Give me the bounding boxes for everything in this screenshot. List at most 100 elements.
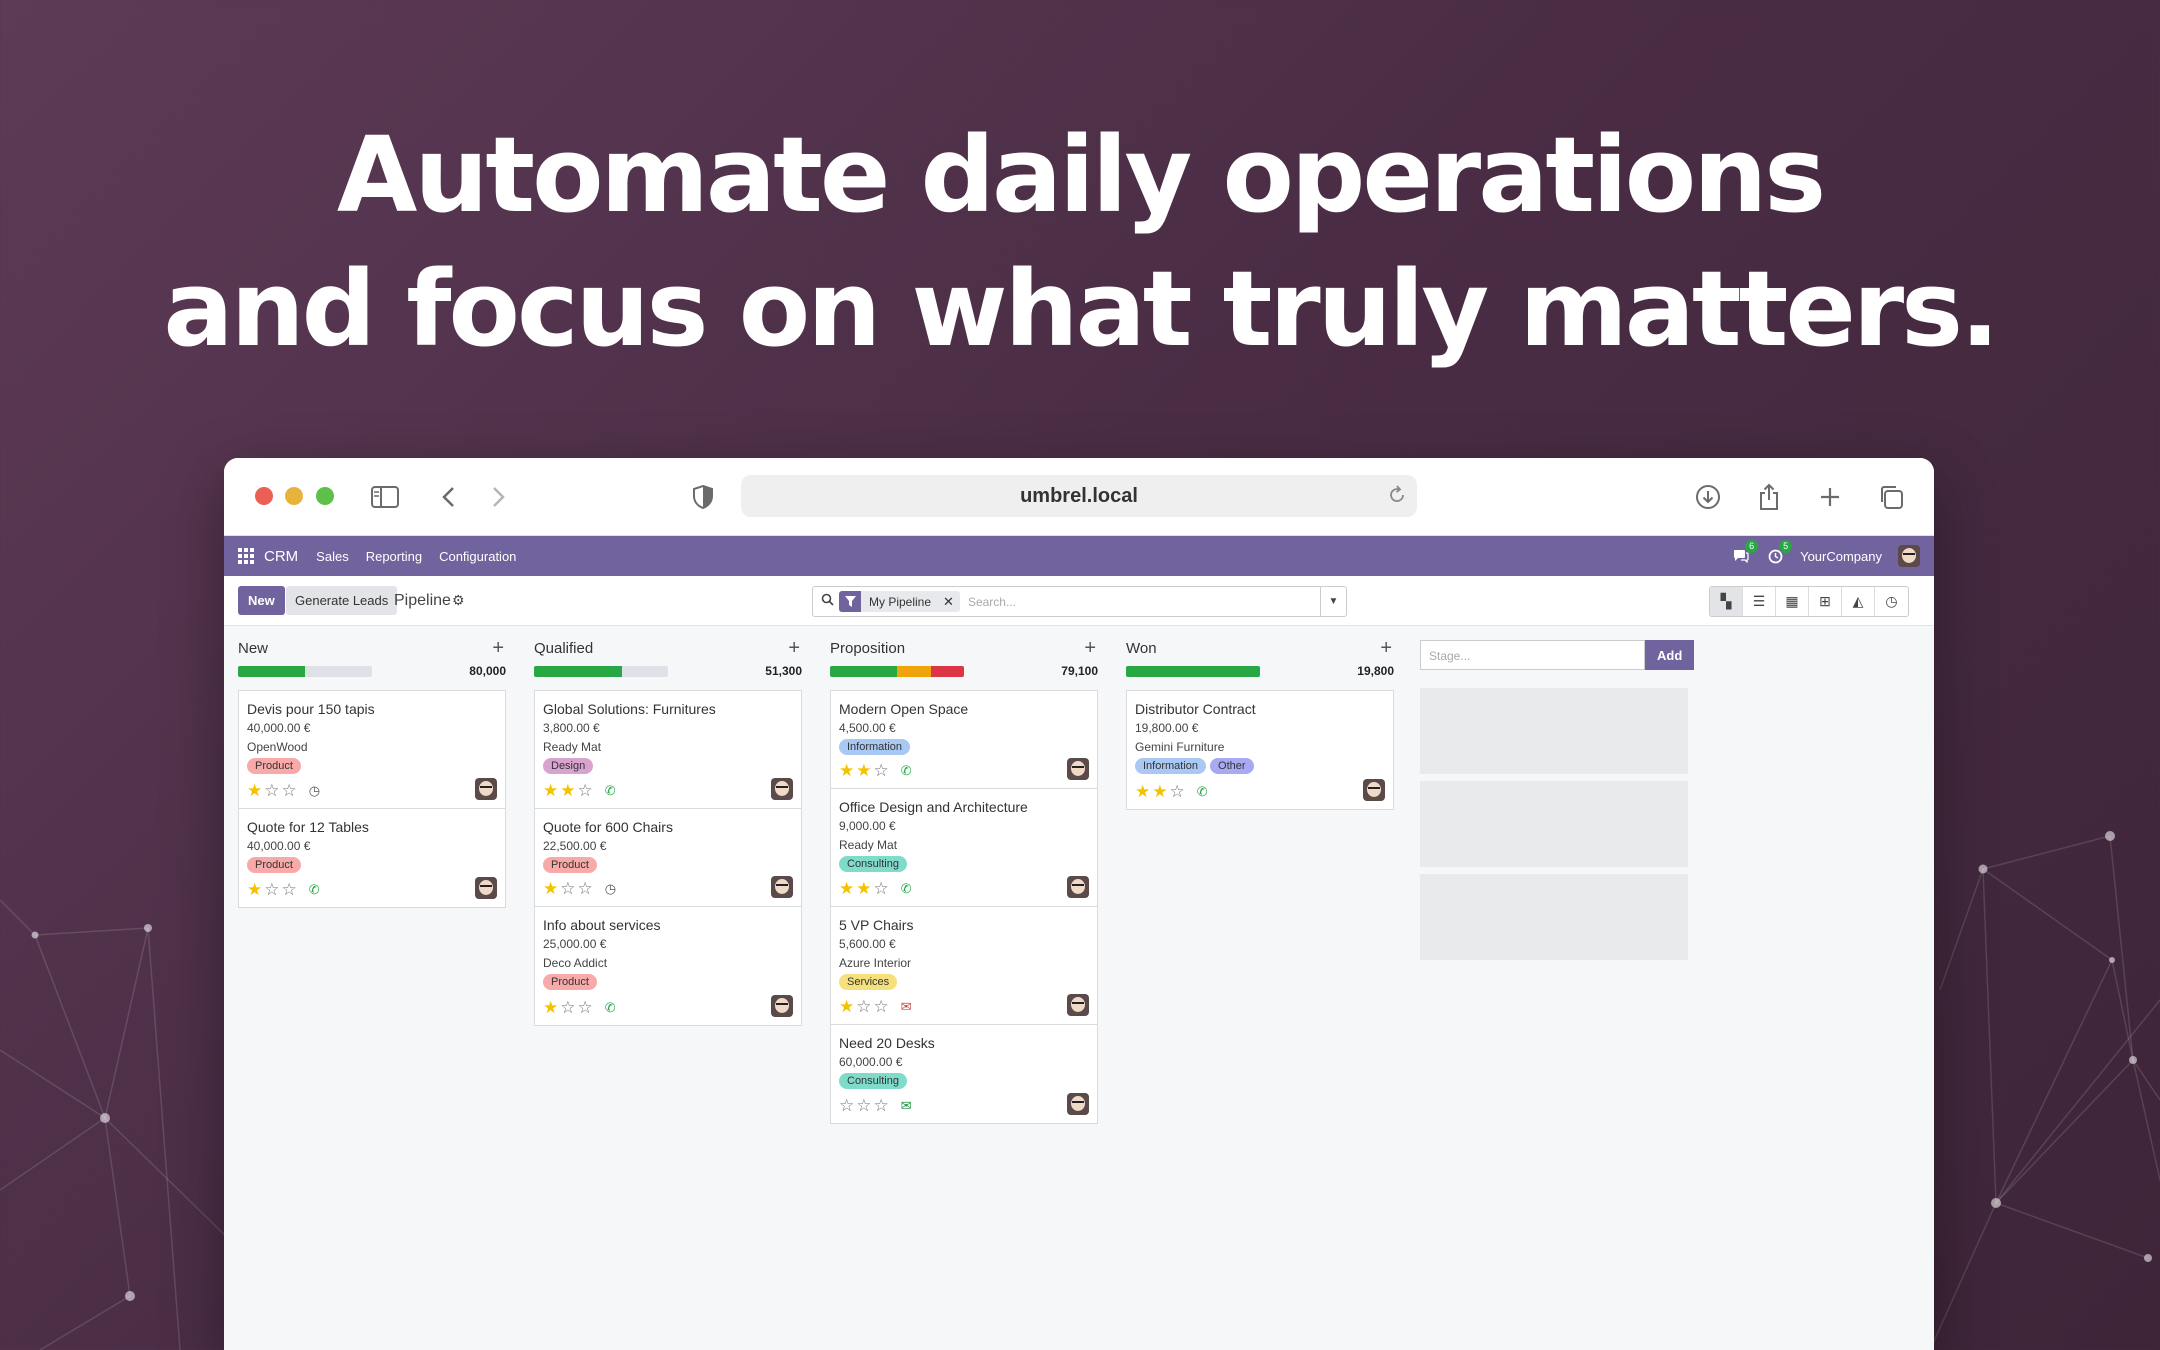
add-stage-button[interactable]: Add — [1645, 640, 1695, 670]
column-title[interactable]: New — [238, 640, 268, 657]
pivot-view-icon[interactable]: ⊞ — [1809, 587, 1842, 616]
priority-star-icon[interactable]: ☆ — [578, 782, 593, 799]
app-name-crm[interactable]: CRM — [264, 548, 298, 565]
column-header[interactable]: Proposition + — [830, 626, 1098, 659]
privacy-shield-icon[interactable] — [684, 478, 722, 516]
column-header[interactable]: Qualified + — [534, 626, 802, 659]
search-input[interactable]: Search... — [968, 595, 1016, 609]
generate-leads-button[interactable]: Generate Leads — [286, 586, 398, 615]
tab-overview-icon[interactable] — [1872, 478, 1910, 516]
progress-segment[interactable] — [1126, 665, 1260, 677]
activities-clock-icon[interactable]: 5 — [1766, 540, 1793, 565]
priority-star-icon[interactable]: ☆ — [578, 880, 593, 897]
progress-segment[interactable] — [534, 665, 623, 677]
activity-clock-icon[interactable]: ◷ — [309, 783, 320, 799]
column-title[interactable]: Proposition — [830, 640, 905, 657]
kanban-card[interactable]: Modern Open Space 4,500.00 € Information ★ ★… — [831, 691, 1097, 789]
kanban-card[interactable]: Quote for 600 Chairs 22,500.00 € Product ★ ☆… — [535, 809, 801, 907]
list-view-icon[interactable]: ☰ — [1743, 587, 1776, 616]
priority-star-icon[interactable]: ★ — [247, 782, 262, 799]
sidebar-toggle-icon[interactable] — [366, 478, 404, 516]
menu-sales[interactable]: Sales — [316, 549, 349, 564]
progress-segment[interactable] — [897, 665, 931, 677]
priority-star-icon[interactable]: ☆ — [1170, 783, 1185, 800]
priority-star-icon[interactable]: ★ — [543, 999, 558, 1016]
priority-star-icon[interactable]: ★ — [856, 762, 871, 779]
activity-clock-icon[interactable]: ◷ — [605, 881, 616, 897]
activity-email-icon[interactable]: ✉ — [901, 999, 912, 1015]
progress-segment[interactable] — [238, 665, 305, 677]
priority-star-icon[interactable]: ☆ — [874, 880, 889, 897]
activity-phone-icon[interactable]: ✆ — [309, 882, 320, 898]
search-options-toggle[interactable]: ▼ — [1320, 587, 1346, 616]
priority-star-icon[interactable]: ★ — [560, 782, 575, 799]
activity-email-icon[interactable]: ✉ — [901, 1098, 912, 1114]
priority-star-icon[interactable]: ★ — [839, 880, 854, 897]
priority-star-icon[interactable]: ★ — [543, 782, 558, 799]
activity-view-icon[interactable]: ◷ — [1875, 587, 1908, 616]
priority-star-icon[interactable]: ☆ — [578, 999, 593, 1016]
kanban-card[interactable]: Quote for 12 Tables 40,000.00 € Product ★ ☆ ☆… — [239, 809, 505, 907]
messages-icon[interactable]: 6 — [1732, 540, 1759, 565]
priority-star-icon[interactable]: ☆ — [264, 782, 279, 799]
company-switcher[interactable]: YourCompany — [1800, 549, 1882, 564]
priority-star-icon[interactable]: ☆ — [856, 998, 871, 1015]
progress-bar[interactable] — [1126, 665, 1260, 677]
share-icon[interactable] — [1750, 478, 1788, 516]
maximize-window-button[interactable] — [316, 487, 334, 505]
new-button[interactable]: New — [238, 586, 285, 615]
quick-create-plus-icon[interactable]: + — [1380, 637, 1394, 660]
progress-bar[interactable] — [238, 665, 372, 677]
progress-segment[interactable] — [830, 665, 897, 677]
back-arrow-icon[interactable] — [430, 478, 468, 516]
progress-bar[interactable] — [534, 665, 668, 677]
calendar-view-icon[interactable]: ▦ — [1776, 587, 1809, 616]
graph-view-icon[interactable]: ◭ — [1842, 587, 1875, 616]
menu-configuration[interactable]: Configuration — [439, 549, 516, 564]
progress-segment[interactable] — [930, 665, 964, 677]
activity-phone-icon[interactable]: ✆ — [901, 881, 912, 897]
filter-facet[interactable]: My Pipeline ✕ — [839, 591, 960, 612]
app-menu-grid-icon[interactable] — [238, 548, 254, 564]
priority-star-icon[interactable]: ☆ — [282, 881, 297, 898]
priority-star-icon[interactable]: ★ — [247, 881, 262, 898]
priority-star-icon[interactable]: ★ — [543, 880, 558, 897]
quick-create-plus-icon[interactable]: + — [1084, 637, 1098, 660]
progress-bar[interactable] — [830, 665, 964, 677]
activity-phone-icon[interactable]: ✆ — [605, 1000, 616, 1016]
priority-star-icon[interactable]: ☆ — [560, 880, 575, 897]
priority-star-icon[interactable]: ☆ — [839, 1097, 854, 1114]
priority-star-icon[interactable]: ☆ — [264, 881, 279, 898]
priority-star-icon[interactable]: ★ — [1152, 783, 1167, 800]
quick-create-plus-icon[interactable]: + — [788, 637, 802, 660]
priority-star-icon[interactable]: ★ — [839, 762, 854, 779]
stage-name-input[interactable]: Stage... — [1420, 640, 1645, 670]
column-title[interactable]: Qualified — [534, 640, 593, 657]
kanban-card[interactable]: Need 20 Desks 60,000.00 € Consulting ☆ ☆ ☆ ✉ — [831, 1025, 1097, 1123]
column-header[interactable]: New + — [238, 626, 506, 659]
forward-arrow-icon[interactable] — [479, 478, 517, 516]
kanban-card[interactable]: Devis pour 150 tapis 40,000.00 € OpenWood P… — [239, 691, 505, 809]
priority-star-icon[interactable]: ☆ — [874, 1097, 889, 1114]
menu-reporting[interactable]: Reporting — [366, 549, 422, 564]
kanban-card[interactable]: Info about services 25,000.00 € Deco Addic… — [535, 907, 801, 1025]
activity-phone-icon[interactable]: ✆ — [605, 783, 616, 799]
new-tab-icon[interactable] — [1811, 478, 1849, 516]
priority-star-icon[interactable]: ☆ — [874, 762, 889, 779]
kanban-card[interactable]: Global Solutions: Furnitures 3,800.00 € Re… — [535, 691, 801, 809]
kanban-card[interactable]: 5 VP Chairs 5,600.00 € Azure Interior Servi… — [831, 907, 1097, 1025]
priority-star-icon[interactable]: ☆ — [282, 782, 297, 799]
column-title[interactable]: Won — [1126, 640, 1157, 657]
priority-star-icon[interactable]: ★ — [856, 880, 871, 897]
downloads-icon[interactable] — [1689, 478, 1727, 516]
user-avatar[interactable] — [1898, 545, 1920, 567]
priority-star-icon[interactable]: ☆ — [560, 999, 575, 1016]
search-bar[interactable]: My Pipeline ✕ Search... ▼ — [812, 586, 1347, 617]
address-bar[interactable]: umbrel.local — [741, 475, 1417, 517]
column-header[interactable]: Won + — [1126, 626, 1394, 659]
priority-star-icon[interactable]: ☆ — [874, 998, 889, 1015]
minimize-window-button[interactable] — [285, 487, 303, 505]
priority-star-icon[interactable]: ☆ — [856, 1097, 871, 1114]
gear-icon[interactable]: ⚙ — [452, 592, 465, 609]
close-window-button[interactable] — [255, 487, 273, 505]
